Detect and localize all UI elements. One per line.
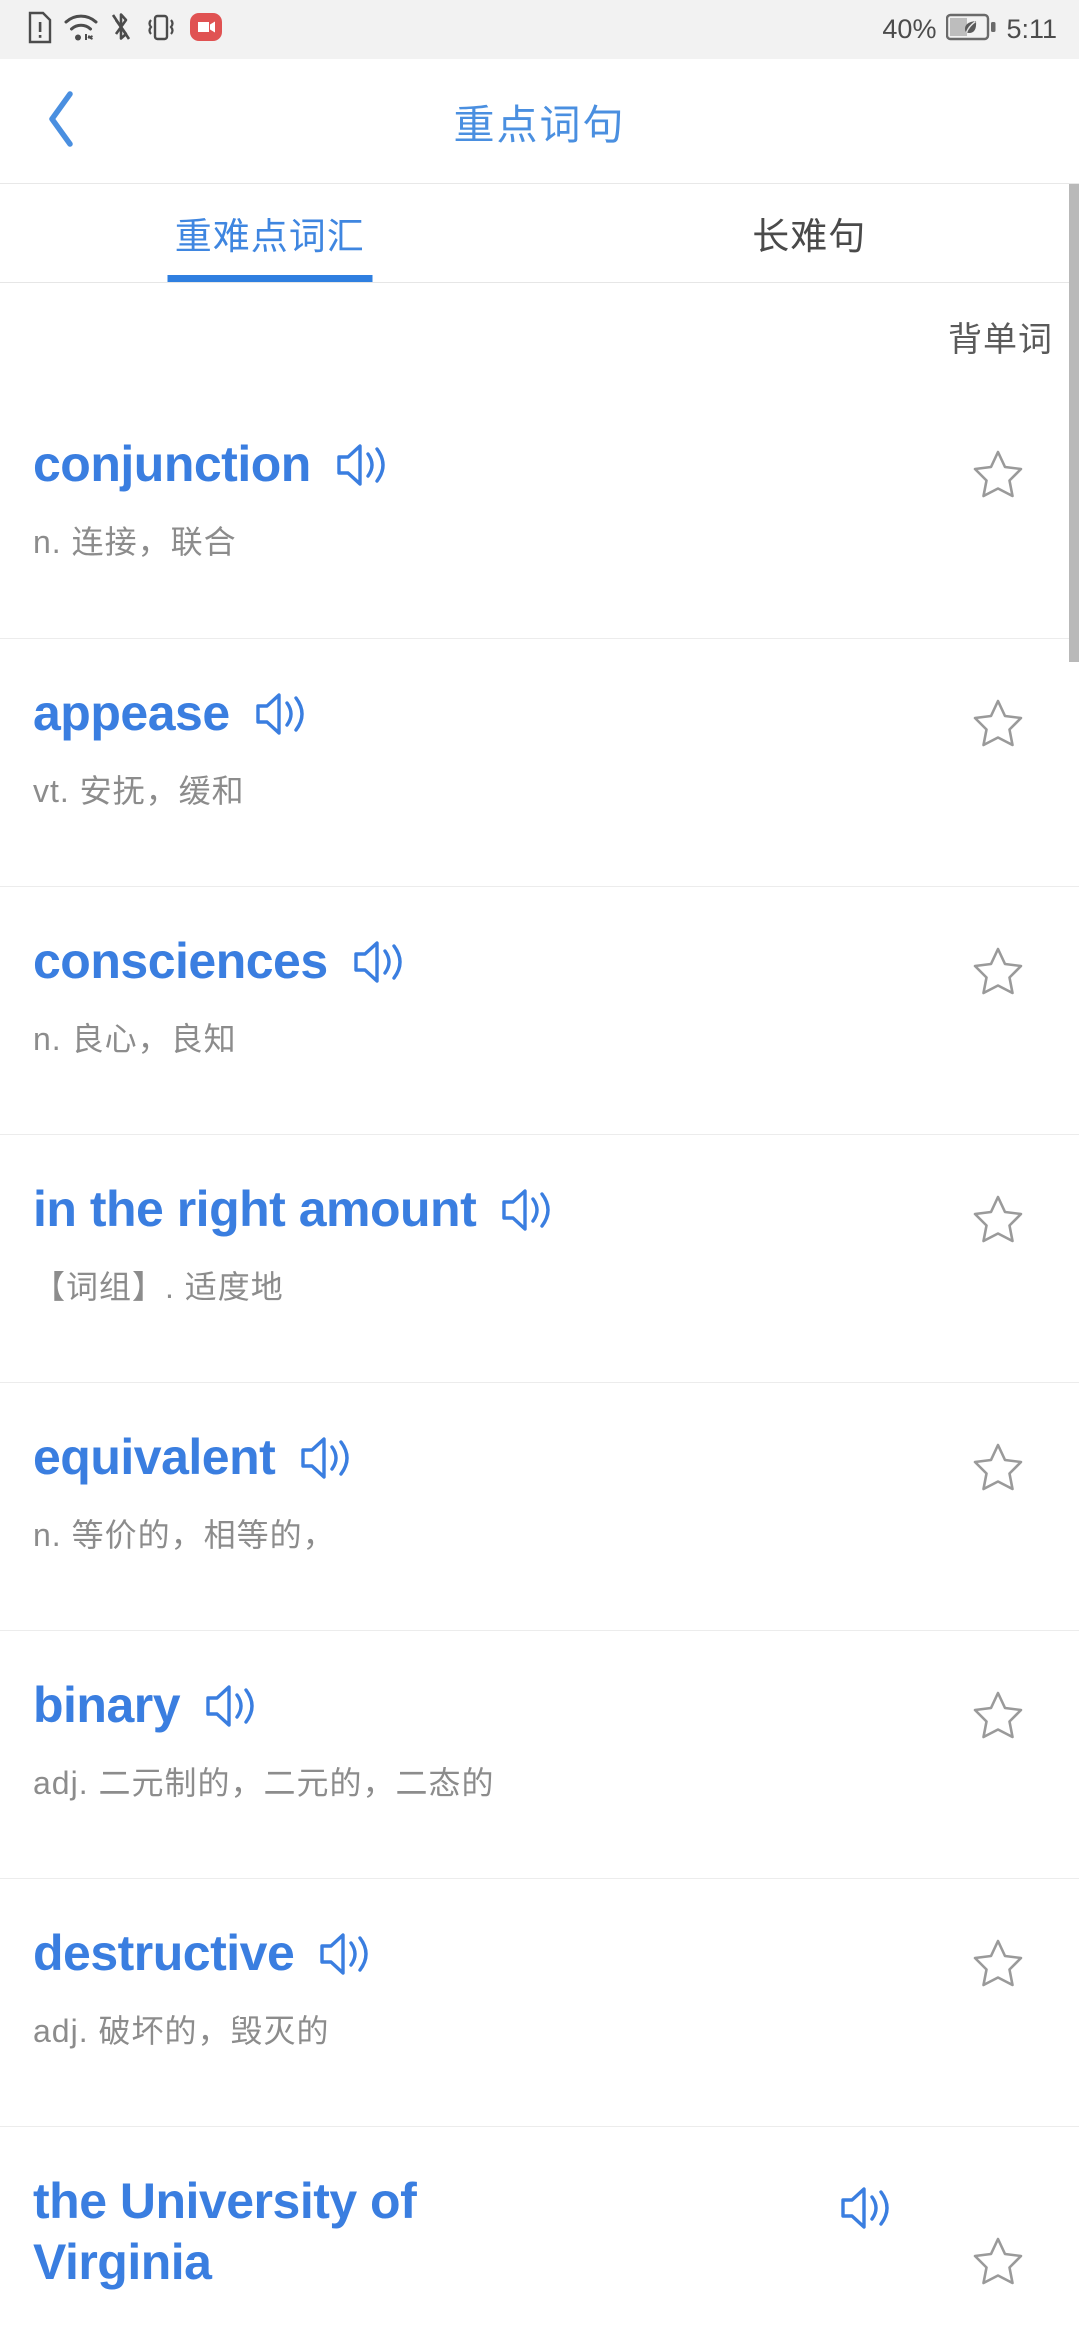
speaker-icon[interactable] [331, 440, 393, 490]
speaker-icon[interactable] [250, 689, 312, 739]
word-term: consciences [33, 933, 328, 989]
list-item[interactable]: binary adj. 二元制的，二元的，二态的 [0, 1630, 1079, 1878]
favorite-button[interactable] [943, 2127, 1053, 2292]
word-headline: equivalent [33, 1427, 943, 1488]
word-term: binary [33, 1677, 181, 1733]
word-content: consciences n. 良心，良知 [33, 887, 943, 1095]
wifi-icon [63, 11, 99, 49]
memorize-words-button[interactable]: 背单词 [948, 312, 1053, 361]
list-item[interactable]: the University of Virginia [0, 2126, 1079, 2339]
favorite-button[interactable] [943, 1383, 1053, 1498]
favorite-button[interactable] [943, 390, 1053, 505]
star-outline-icon [971, 697, 1025, 754]
list-item[interactable]: equivalent n. 等价的，相等的， [0, 1382, 1079, 1630]
speaker-icon[interactable] [295, 1433, 357, 1483]
word-definition: n. 连接，联合 [33, 524, 237, 560]
battery-eco-icon [946, 13, 996, 46]
screen-root: 40% 5:11 重点词句 重难点词汇 长难句 背单词 conjunction … [0, 0, 1079, 2339]
star-outline-icon [971, 2235, 1025, 2292]
word-term: appease [33, 685, 230, 741]
word-content: destructive adj. 破坏的，毁灭的 [33, 1879, 943, 2087]
word-content: appease vt. 安抚，缓和 [33, 639, 943, 847]
status-bar: 40% 5:11 [0, 0, 1079, 59]
word-content: equivalent n. 等价的，相等的， [33, 1383, 943, 1591]
word-headline: conjunction [33, 434, 943, 495]
vibrate-icon [143, 11, 179, 49]
speaker-icon[interactable] [348, 937, 410, 987]
word-term: equivalent [33, 1429, 276, 1485]
word-definition: adj. 破坏的，毁灭的 [33, 2013, 330, 2049]
word-definition: adj. 二元制的，二元的，二态的 [33, 1765, 495, 1801]
star-outline-icon [971, 1441, 1025, 1498]
status-bar-right: 40% 5:11 [882, 13, 1057, 46]
word-content: binary adj. 二元制的，二元的，二态的 [33, 1631, 943, 1839]
favorite-button[interactable] [943, 639, 1053, 754]
tab-long-sentences[interactable]: 长难句 [540, 184, 1079, 282]
list-item[interactable]: conjunction n. 连接，联合 [0, 390, 1079, 638]
word-definition: vt. 安抚，缓和 [33, 773, 245, 809]
list-item[interactable]: appease vt. 安抚，缓和 [0, 638, 1079, 886]
word-content: the University of Virginia [33, 2127, 943, 2339]
speaker-icon[interactable] [835, 2183, 897, 2233]
star-outline-icon [971, 1689, 1025, 1746]
sim-alert-icon [28, 11, 52, 49]
star-outline-icon [971, 945, 1025, 1002]
clock-label: 5:11 [1006, 14, 1057, 44]
battery-percent-label: 40% [882, 14, 937, 44]
star-outline-icon [971, 1193, 1025, 1250]
word-headline: consciences [33, 931, 943, 992]
word-headline: appease [33, 683, 943, 744]
word-definition: n. 等价的，相等的， [33, 1517, 336, 1553]
speaker-icon[interactable] [200, 1681, 262, 1731]
tab-bar: 重难点词汇 长难句 [0, 184, 1079, 283]
favorite-button[interactable] [943, 887, 1053, 1002]
word-headline: destructive [33, 1923, 943, 1984]
word-term: conjunction [33, 436, 311, 492]
word-term: in the right amount [33, 1181, 477, 1237]
page-title: 重点词句 [453, 102, 626, 148]
list-item[interactable]: in the right amount 【词组】. 适度地 [0, 1134, 1079, 1382]
word-content: conjunction n. 连接，联合 [33, 390, 943, 598]
favorite-button[interactable] [943, 1879, 1053, 1994]
vertical-scrollbar[interactable] [1069, 184, 1079, 662]
back-chevron-icon [44, 90, 78, 153]
word-term: destructive [33, 1925, 295, 1981]
word-headline: binary [33, 1675, 943, 1736]
favorite-button[interactable] [943, 1631, 1053, 1746]
list-item[interactable]: destructive adj. 破坏的，毁灭的 [0, 1878, 1079, 2126]
star-outline-icon [971, 1937, 1025, 1994]
word-definition: 【词组】. 适度地 [33, 1269, 284, 1305]
tab-key-vocabulary[interactable]: 重难点词汇 [0, 184, 540, 282]
nav-bar: 重点词句 [0, 59, 1079, 184]
memorize-words-row: 背单词 [0, 283, 1079, 390]
speaker-icon[interactable] [496, 1185, 558, 1235]
word-headline: in the right amount [33, 1179, 943, 1240]
word-term: the University of Virginia [33, 2173, 417, 2290]
tab-key-vocabulary-label: 重难点词汇 [174, 216, 365, 257]
back-button[interactable] [26, 86, 96, 156]
screen-record-icon [190, 11, 222, 48]
star-outline-icon [971, 448, 1025, 505]
list-item[interactable]: consciences n. 良心，良知 [0, 886, 1079, 1134]
bluetooth-icon [110, 11, 132, 49]
word-list: conjunction n. 连接，联合 appease vt. 安抚，缓和 c… [0, 390, 1079, 2339]
favorite-button[interactable] [943, 1135, 1053, 1250]
word-definition: n. 良心，良知 [33, 1021, 237, 1057]
word-content: in the right amount 【词组】. 适度地 [33, 1135, 943, 1343]
tab-long-sentences-label: 长难句 [752, 216, 867, 257]
word-headline: the University of Virginia [33, 2171, 943, 2293]
status-bar-left-icons [28, 11, 222, 49]
speaker-icon[interactable] [314, 1929, 376, 1979]
